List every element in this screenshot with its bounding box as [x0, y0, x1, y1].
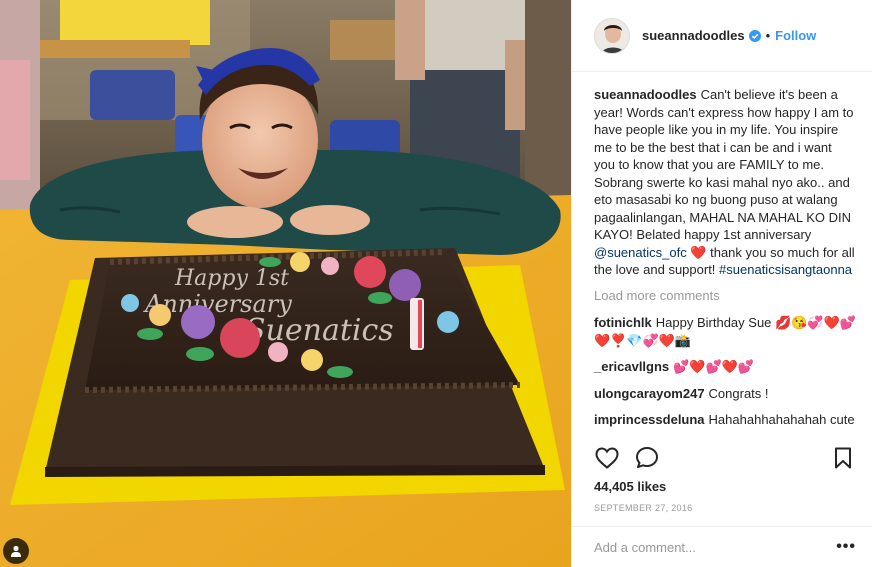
cake-text-line3: Suenatics	[245, 313, 394, 348]
load-more-comments-button[interactable]: Load more comments	[594, 287, 856, 305]
post-date: SEPTEMBER 27, 2016	[594, 503, 693, 513]
comment-text: 💕❤️💕❤️💕	[673, 359, 755, 374]
comment-item: imprincessdeluna Hahahahhahahahah cute	[594, 411, 856, 429]
comment-item: fotinichlk Happy Birthday Sue 💋😘💞❤️💕 ❤️❣️…	[594, 314, 856, 349]
caption-hashtag[interactable]: #suenaticsisangtaonna	[719, 262, 852, 277]
post-username[interactable]: sueannadoodles	[642, 28, 745, 43]
bookmark-icon[interactable]	[830, 445, 856, 471]
likes-count[interactable]: 44,405 likes	[594, 479, 666, 494]
more-options-button[interactable]: •••	[836, 539, 856, 555]
post-photo[interactable]: Happy 1st Anniversary Suenatics	[0, 0, 571, 567]
comment-username[interactable]: ulongcarayom247	[594, 386, 705, 401]
heart-icon[interactable]	[594, 445, 620, 471]
photo-illustration: Happy 1st Anniversary Suenatics	[0, 0, 571, 567]
verified-badge-icon	[748, 29, 761, 42]
avatar[interactable]	[594, 17, 630, 54]
cake-text-line1: Happy 1st	[174, 266, 289, 291]
comment-username[interactable]: fotinichlk	[594, 315, 652, 330]
add-comment-bar: •••	[572, 526, 872, 567]
comment-username[interactable]: imprincessdeluna	[594, 412, 705, 427]
comment-item: ulongcarayom247 Congrats !	[594, 385, 856, 403]
action-bar	[594, 442, 856, 474]
comments-list: sueannadoodles Can't believe it's been a …	[572, 72, 872, 429]
comment-item: _ericavllgns 💕❤️💕❤️💕	[594, 358, 856, 376]
comment-text: Congrats !	[708, 385, 769, 401]
post-caption: sueannadoodles Can't believe it's been a …	[594, 86, 856, 279]
comment-bubble-icon[interactable]	[634, 445, 660, 471]
comment-text: Hahahahhahahahah cute	[708, 412, 855, 427]
follow-button[interactable]: Follow	[775, 28, 816, 43]
caption-text: Can't believe it's been a year! Words ca…	[594, 87, 854, 242]
user-tag-button[interactable]	[3, 538, 29, 564]
person-icon	[10, 545, 22, 557]
comment-username[interactable]: _ericavllgns	[594, 359, 669, 374]
post-sidebar: sueannadoodles • Follow sueannadoodles Ca…	[571, 0, 872, 567]
post-header: sueannadoodles • Follow	[572, 0, 872, 72]
add-comment-input[interactable]	[594, 539, 837, 555]
caption-username[interactable]: sueannadoodles	[594, 87, 697, 102]
caption-mention[interactable]: @suenatics_ofc	[594, 245, 687, 260]
header-separator: •	[765, 28, 771, 43]
